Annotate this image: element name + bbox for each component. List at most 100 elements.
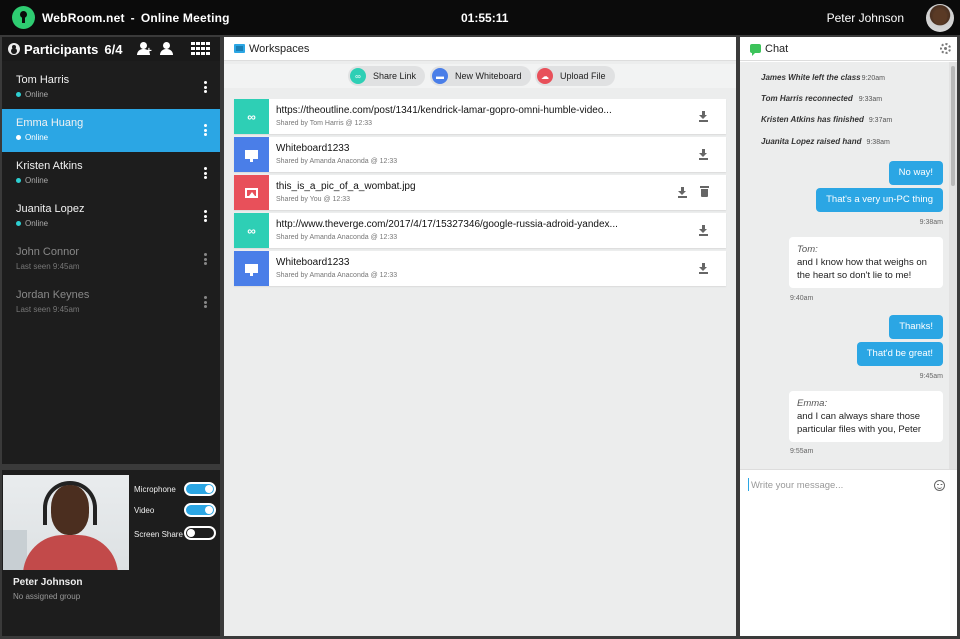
message-sender: Emma: <box>797 398 828 409</box>
link-icon: ∞ <box>350 68 366 84</box>
video-label: Video <box>134 506 155 515</box>
scrollbar-thumb[interactable] <box>951 66 955 186</box>
file-row[interactable]: ∞ http://www.theverge.com/2017/4/17/1532… <box>234 213 726 248</box>
incoming-message: Emma: and I can always share those parti… <box>789 391 943 442</box>
chat-scrollbar[interactable] <box>949 62 957 469</box>
file-row[interactable]: Whiteboard1233 Shared by Amanda Anaconda… <box>234 251 726 286</box>
system-message: Tom Harris reconnected 9:33am <box>761 94 883 103</box>
more-options-icon[interactable] <box>203 253 207 265</box>
upload-file-button[interactable]: ☁ Upload File <box>535 66 615 86</box>
more-options-icon[interactable] <box>203 210 207 222</box>
participant-item[interactable]: Juanita Lopez Online <box>2 195 220 238</box>
current-user-name[interactable]: Peter Johnson <box>827 11 904 25</box>
participant-item[interactable]: Tom Harris Online <box>2 66 220 109</box>
add-participant-icon[interactable]: + <box>137 42 153 57</box>
participants-count: 6/4 <box>104 41 123 57</box>
file-shared-by: Shared by You @ 12:33 <box>276 196 351 203</box>
link-file-icon: ∞ <box>234 99 269 134</box>
download-icon[interactable] <box>699 263 708 274</box>
download-icon[interactable] <box>699 111 708 122</box>
meeting-clock: 01:55:11 <box>461 11 509 25</box>
new-whiteboard-button[interactable]: ▬ New Whiteboard <box>430 66 531 86</box>
share-link-button[interactable]: ∞ Share Link <box>348 66 426 86</box>
participant-name: Jordan Keynes <box>16 289 90 301</box>
participant-list: Tom Harris Online Emma Huang Online Kris… <box>2 66 220 324</box>
message-time: 9:45am <box>919 373 943 380</box>
delete-icon[interactable] <box>700 186 709 197</box>
participant-name: John Connor <box>16 246 79 258</box>
file-shared-by: Shared by Amanda Anaconda @ 12:33 <box>276 158 398 165</box>
more-options-icon[interactable] <box>203 124 207 136</box>
outgoing-message: Thanks! <box>889 315 943 339</box>
microphone-toggle[interactable] <box>184 482 216 496</box>
screen-share-toggle[interactable] <box>184 526 216 540</box>
participant-item[interactable]: Emma Huang Online <box>2 109 220 152</box>
emoji-icon[interactable] <box>934 480 945 491</box>
message-input[interactable] <box>751 478 921 492</box>
system-message: Juanita Lopez raised hand 9:38am <box>761 137 890 146</box>
system-message: James White left the class9:20am <box>761 73 885 82</box>
online-dot-icon <box>16 178 21 183</box>
system-message: Kristen Atkins has finished 9:37am <box>761 115 893 124</box>
top-bar: WebRoom.net - Online Meeting 01:55:11 Pete… <box>0 0 960 35</box>
more-options-icon[interactable] <box>203 81 207 93</box>
participant-status: Online <box>16 133 48 142</box>
video-toggle[interactable] <box>184 503 216 517</box>
workspace-toolbar: ∞ Share Link ▬ New Whiteboard ☁ Upload F… <box>224 64 736 88</box>
outgoing-message: That'd be great! <box>856 342 943 366</box>
chat-messages: James White left the class9:20am Tom Har… <box>740 62 949 469</box>
participant-item[interactable]: Kristen Atkins Online <box>2 152 220 195</box>
participant-status: Online <box>16 90 48 99</box>
workspaces-title: Workspaces <box>249 42 310 55</box>
file-name[interactable]: Whiteboard1233 <box>276 143 349 154</box>
outgoing-message: No way! <box>888 161 943 185</box>
text-caret <box>748 478 749 491</box>
file-name[interactable]: http://www.theverge.com/2017/4/17/153273… <box>276 219 618 230</box>
more-options-icon[interactable] <box>203 296 207 308</box>
image-file-icon <box>234 175 269 210</box>
file-name[interactable]: Whiteboard1233 <box>276 257 349 268</box>
self-video-feed[interactable] <box>3 475 129 570</box>
workspaces-header: Workspaces <box>224 37 736 61</box>
gear-icon[interactable] <box>940 43 951 54</box>
participant-status: Online <box>16 219 48 228</box>
participant-item[interactable]: John Connor Last seen 9:45am <box>2 238 220 281</box>
file-name[interactable]: https://theoutline.com/post/1341/kendric… <box>276 105 612 116</box>
download-icon[interactable] <box>678 187 687 198</box>
participant-status: Last seen 9:45am <box>16 262 80 271</box>
workspaces-icon <box>234 44 245 53</box>
participants-panel: Participants 6/4 + Tom Harris Online Emm… <box>2 37 220 464</box>
self-name: Peter Johnson <box>13 577 83 588</box>
participant-name: Tom Harris <box>16 74 70 86</box>
incoming-message: Tom: and I know how that weighs on the h… <box>789 237 943 288</box>
download-icon[interactable] <box>699 149 708 160</box>
online-dot-icon <box>16 221 21 226</box>
file-list: ∞ https://theoutline.com/post/1341/kendr… <box>234 99 726 289</box>
self-group: No assigned group <box>13 592 81 601</box>
screen-share-label: Screen Share <box>134 530 183 539</box>
message-time: 9:38am <box>919 219 943 226</box>
file-row[interactable]: this_is_a_pic_of_a_wombat.jpg Shared by … <box>234 175 726 210</box>
file-row[interactable]: ∞ https://theoutline.com/post/1341/kendr… <box>234 99 726 134</box>
more-options-icon[interactable] <box>203 167 207 179</box>
chat-bubble-icon <box>750 44 761 56</box>
file-name[interactable]: this_is_a_pic_of_a_wombat.jpg <box>276 181 416 192</box>
online-dot-icon <box>16 135 21 140</box>
link-file-icon: ∞ <box>234 213 269 248</box>
chat-panel: Chat James White left the class9:20am To… <box>740 37 957 636</box>
group-icon[interactable] <box>160 42 176 56</box>
grid-view-icon[interactable] <box>191 42 210 56</box>
file-row[interactable]: Whiteboard1233 Shared by Amanda Anaconda… <box>234 137 726 172</box>
message-time: 9:40am <box>790 295 814 302</box>
participant-status: Online <box>16 176 48 185</box>
meeting-title: Online Meeting <box>140 11 230 25</box>
workspaces-panel: Workspaces ∞ Share Link ▬ New Whiteboard… <box>224 37 736 636</box>
whiteboard-file-icon <box>234 137 269 172</box>
outgoing-message: That's a very un-PC thing <box>816 188 943 212</box>
download-icon[interactable] <box>699 225 708 236</box>
user-avatar[interactable] <box>926 4 954 32</box>
participant-status: Last seen 9:45am <box>16 305 80 314</box>
participant-item[interactable]: Jordan Keynes Last seen 9:45am <box>2 281 220 324</box>
whiteboard-icon: ▬ <box>432 68 448 84</box>
cloud-upload-icon: ☁ <box>537 68 553 84</box>
